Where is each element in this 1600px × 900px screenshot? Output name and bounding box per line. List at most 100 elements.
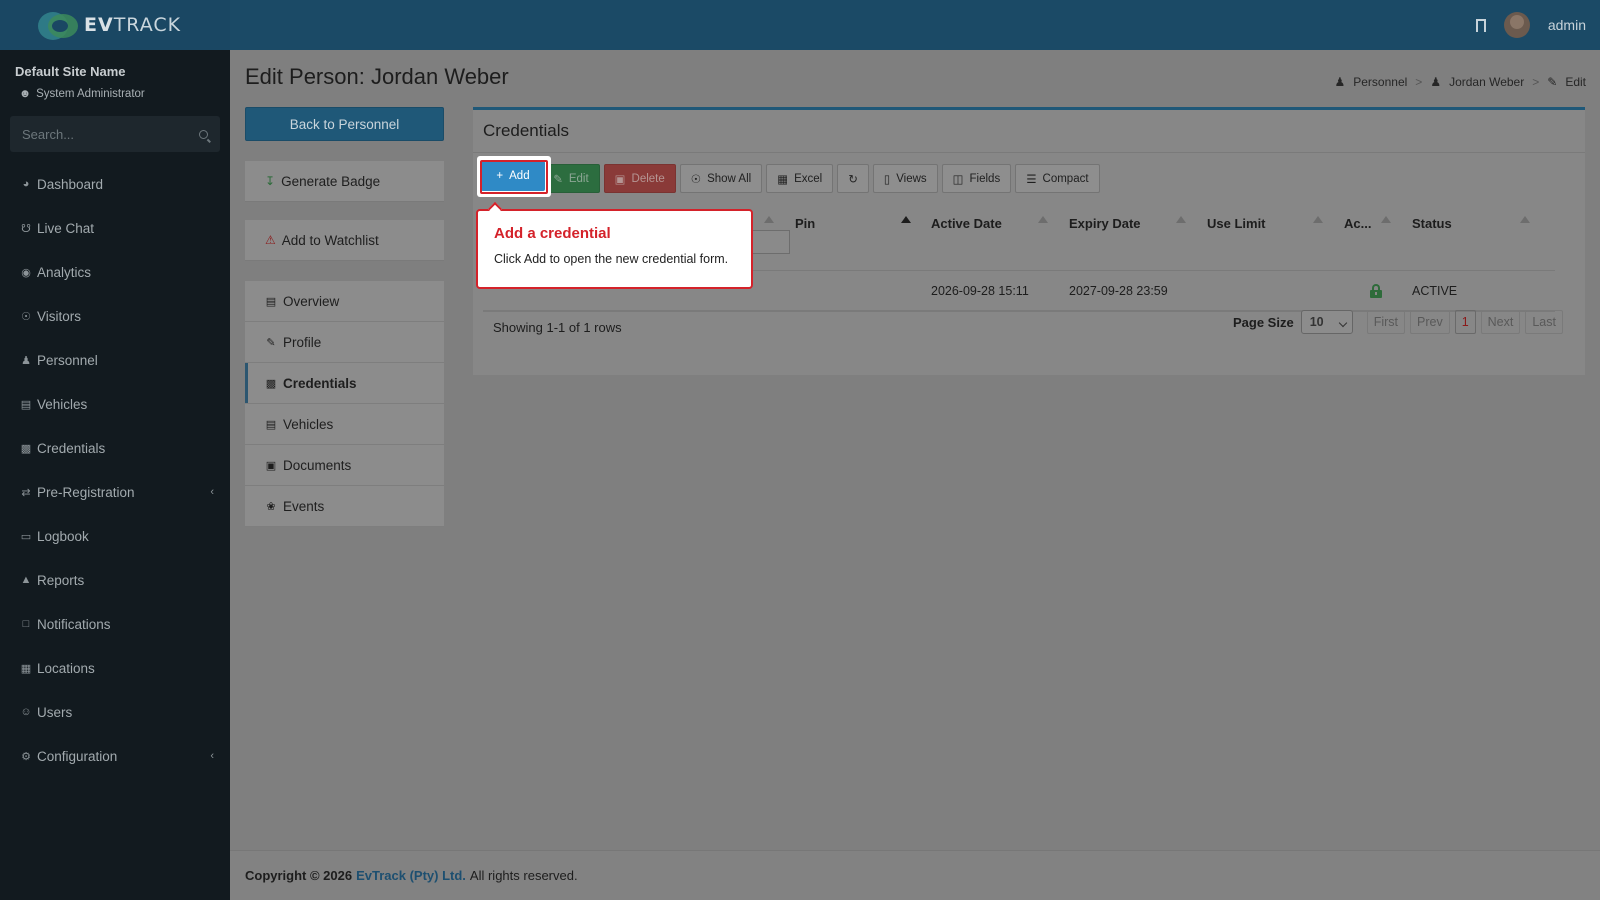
headset-icon: ☋ xyxy=(21,222,31,235)
tooltip-title: Add a credential xyxy=(494,225,611,242)
brand-logo[interactable]: EVTRACK xyxy=(0,0,230,50)
sidebar-item-dashboard[interactable]: ◕ Dashboard xyxy=(0,162,230,206)
pencil-icon: ✎ xyxy=(1547,75,1558,89)
sidebar-item-live-chat[interactable]: ☋ Live Chat xyxy=(0,206,230,250)
refresh-icon: ↻ xyxy=(848,173,858,186)
sidebar-item-notifications[interactable]: □ Notifications xyxy=(0,602,230,646)
breadcrumb-personnel[interactable]: Personnel xyxy=(1353,75,1407,89)
tab-events[interactable]: ❀ Events xyxy=(245,486,444,527)
sort-icon[interactable] xyxy=(901,216,911,223)
breadcrumb-separator: > xyxy=(1415,75,1423,89)
prev-page-button[interactable]: Prev xyxy=(1410,310,1450,334)
sort-icon[interactable] xyxy=(1313,216,1323,223)
building-icon: ▦ xyxy=(20,662,32,675)
column-header-status[interactable]: Status xyxy=(1412,216,1452,231)
sort-icon[interactable] xyxy=(1038,216,1048,223)
delete-button[interactable]: ▣ Delete xyxy=(603,164,676,193)
document-icon: ▣ xyxy=(265,459,277,472)
sidebar-item-pre-registration[interactable]: ⇄ Pre-Registration ‹ xyxy=(0,470,230,514)
views-button[interactable]: ▯ Views xyxy=(872,164,938,193)
page-title: Edit Person: Jordan Weber xyxy=(245,64,509,89)
sidebar-item-configuration[interactable]: ⚙ Configuration ‹ xyxy=(0,734,230,778)
user-name[interactable]: admin xyxy=(1548,17,1586,33)
expiry-date-cell: 2027-09-28 23:59 xyxy=(1069,284,1168,298)
current-page-button[interactable]: 1 xyxy=(1454,310,1476,334)
avatar[interactable] xyxy=(1503,12,1530,38)
site-name: Default Site Name xyxy=(15,64,126,79)
tab-overview[interactable]: ▤ Overview xyxy=(245,281,444,322)
column-header-pin[interactable]: Pin xyxy=(795,216,815,231)
top-right-area: admin xyxy=(1475,0,1586,50)
sort-icon[interactable] xyxy=(764,216,774,223)
excel-button[interactable]: ▦ Excel xyxy=(766,164,834,193)
bookmark-icon[interactable] xyxy=(1475,18,1486,32)
company-link[interactable]: EvTrack (Pty) Ltd. xyxy=(356,868,466,883)
add-to-watchlist-button[interactable]: ⚠ Add to Watchlist xyxy=(245,220,444,261)
person-tabs: ▤ Overview ✎ Profile ▩ Credentials ▤ Vehicle… xyxy=(245,281,444,527)
search-input[interactable]: Search... xyxy=(10,116,220,152)
tab-documents[interactable]: ▣ Documents xyxy=(245,445,444,486)
trash-icon: ▣ xyxy=(614,173,626,186)
warning-icon: ⚠ xyxy=(265,233,276,247)
tooltip-text: Click Add to open the new credential for… xyxy=(494,252,729,266)
column-header-active-date[interactable]: Active Date xyxy=(931,216,1002,231)
bell-icon: □ xyxy=(22,618,30,630)
last-page-button[interactable]: Last xyxy=(1525,310,1563,334)
footer: Copyright © 2026 EvTrack (Pty) Ltd. All … xyxy=(230,850,1600,900)
sidebar-item-visitors[interactable]: ☉ Visitors xyxy=(0,294,230,338)
sidebar-item-analytics[interactable]: ◉ Analytics xyxy=(0,250,230,294)
menu-icon: ☰ xyxy=(1026,173,1037,186)
first-page-button[interactable]: First xyxy=(1366,310,1405,334)
refresh-button[interactable]: ↻ xyxy=(837,164,869,193)
panel-title: Credentials xyxy=(483,121,569,140)
book-icon: ▭ xyxy=(20,530,32,543)
sidebar-item-personnel[interactable]: ♟ Personnel xyxy=(0,338,230,382)
sidebar: Default Site Name ☻ System Administrator… xyxy=(0,50,230,900)
pencil-icon: ✎ xyxy=(553,173,563,186)
user-icon: ☺ xyxy=(20,706,32,718)
dashboard-icon: ◕ xyxy=(22,178,30,190)
column-header-use-limit[interactable]: Use Limit xyxy=(1207,216,1266,231)
tour-tooltip: Add a credential Click Add to open the n… xyxy=(476,201,753,289)
sort-icon[interactable] xyxy=(1176,216,1186,223)
sidebar-item-logbook[interactable]: ▭ Logbook xyxy=(0,514,230,558)
search-icon[interactable] xyxy=(199,129,208,139)
sidebar-item-locations[interactable]: ▦ Locations xyxy=(0,646,230,690)
back-to-personnel-button[interactable]: Back to Personnel xyxy=(245,107,444,141)
generate-badge-button[interactable]: ↧ Generate Badge xyxy=(245,161,444,202)
column-header-expiry-date[interactable]: Expiry Date xyxy=(1069,216,1141,231)
sort-icon[interactable] xyxy=(1381,216,1391,223)
car-icon: ▤ xyxy=(20,398,32,411)
users-icon: ♟ xyxy=(1430,75,1442,89)
column-header-access[interactable]: Ac... xyxy=(1344,216,1371,231)
breadcrumb-person[interactable]: Jordan Weber xyxy=(1449,75,1524,89)
tab-profile[interactable]: ✎ Profile xyxy=(245,322,444,363)
users-icon: ♟ xyxy=(1334,75,1346,89)
logo-mark-icon xyxy=(38,10,80,40)
sidebar-item-vehicles[interactable]: ▤ Vehicles xyxy=(0,382,230,426)
sidebar-item-credentials[interactable]: ▩ Credentials xyxy=(0,426,230,470)
sidebar-item-users[interactable]: ☺ Users xyxy=(0,690,230,734)
show-all-button[interactable]: ☉ Show All xyxy=(679,164,763,193)
next-page-button[interactable]: Next xyxy=(1480,310,1521,334)
tab-vehicles[interactable]: ▤ Vehicles xyxy=(245,404,444,445)
divider xyxy=(473,152,1585,153)
table-toolbar: +Add ✎Edit ▣Delete ☉Show All ▦Excel ↻ ▯V… xyxy=(483,164,1100,193)
sidebar-item-reports[interactable]: ▲ Reports xyxy=(0,558,230,602)
user-icon: ☻ xyxy=(19,88,32,100)
eye-icon: ☉ xyxy=(21,310,31,323)
chart-icon: ▲ xyxy=(20,574,32,586)
tab-credentials[interactable]: ▩ Credentials xyxy=(245,363,444,404)
sort-icon[interactable] xyxy=(1520,216,1530,223)
car-icon: ▤ xyxy=(265,418,277,431)
chevron-left-icon: ‹ xyxy=(210,750,214,762)
page-size-select[interactable]: 10 xyxy=(1300,310,1353,334)
sidebar-nav: ◕ Dashboard ☋ Live Chat ◉ Analytics ☉ Visito… xyxy=(0,162,230,778)
compact-button[interactable]: ☰ Compact xyxy=(1015,164,1100,193)
fields-button[interactable]: ◫ Fields xyxy=(941,164,1012,193)
brand-text: EVTRACK xyxy=(84,14,182,36)
top-header: EVTRACK admin xyxy=(0,0,1600,50)
highlight-frame xyxy=(480,160,548,194)
eye-icon: ☉ xyxy=(690,173,702,186)
columns-icon: ◫ xyxy=(952,173,964,186)
